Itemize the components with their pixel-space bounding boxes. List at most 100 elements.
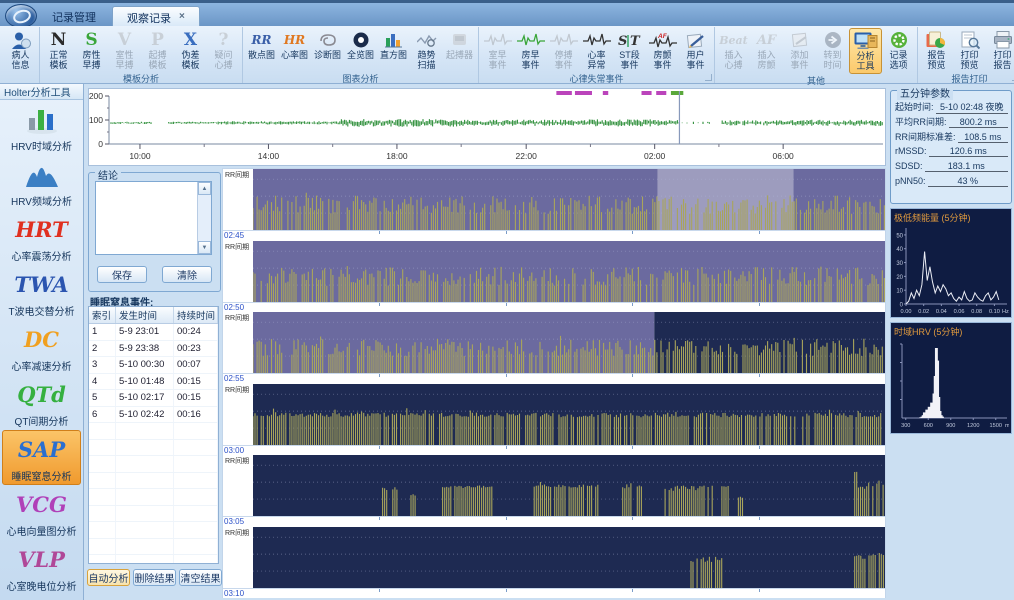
apnea-col-header[interactable]: 索引 (89, 307, 116, 323)
table-row[interactable] (89, 506, 218, 523)
report-preview-button[interactable]: 报告 预览 (920, 28, 953, 72)
insert-af-icon: AF (757, 29, 776, 51)
template-ventricular-premature-button: V室性 早搏 (108, 28, 141, 72)
param-label: RR间期标准差: (895, 130, 956, 143)
clear-button[interactable]: 清除 (162, 266, 212, 283)
event-st-label: ST段 事件 (619, 51, 640, 71)
table-cell: 5-10 00:30 (116, 357, 174, 373)
delete-result-button[interactable]: 删除结果 (133, 569, 176, 586)
sidebar-title: Holter分析工具 (0, 84, 83, 100)
event-pvc-button: 室早 事件 (481, 28, 514, 72)
param-value: 5-10 02:48 夜晚 (936, 100, 1008, 114)
sidebar-item-hrv-freq[interactable]: HRV频域分析 (2, 155, 81, 210)
rr-panel-timestamp: 03:00 (224, 446, 244, 455)
sidebar-item-twa[interactable]: TWAT波电交替分析 (2, 265, 81, 320)
chart-overview-button[interactable]: 全览图 (344, 28, 377, 72)
template-atrial-premature-button[interactable]: S房性 早搏 (75, 28, 108, 72)
rr-panel-02:55[interactable]: RR间期15001000500(ms)02:55 (223, 312, 885, 383)
vlf-energy-chartbox: 极低频能量 (5分钟) 010203040500.000.020.040.060… (890, 208, 1012, 318)
template-paced-button: P起搏 模板 (141, 28, 174, 72)
template-normal-button[interactable]: N正常 模板 (42, 28, 75, 72)
table-row[interactable] (89, 473, 218, 490)
save-button[interactable]: 保存 (97, 266, 147, 283)
chart-trend-scan-button[interactable]: 趋势 扫描 (410, 28, 443, 72)
event-af-button[interactable]: AF房颤 事件 (646, 28, 679, 72)
sidebar-item-hrv-time[interactable]: HRV时域分析 (2, 100, 81, 155)
heart-rate-trend-chart[interactable]: 010020010:0014:0018:0022:0002:0006:00 (88, 88, 886, 166)
svg-text:300: 300 (901, 423, 910, 429)
sidebar-item-vcg[interactable]: VCG心电向量图分析 (2, 485, 81, 540)
table-row[interactable]: 55-10 02:1700:15 (89, 390, 218, 407)
print-report-button[interactable]: 打印 报告 (986, 28, 1014, 72)
event-user-button[interactable]: 用户 事件 (679, 28, 712, 72)
table-row[interactable]: 35-10 00:3000:07 (89, 357, 218, 374)
sidebar-item-vlp[interactable]: VLP心室晚电位分析 (2, 540, 81, 595)
table-row[interactable]: 65-10 02:4200:16 (89, 407, 218, 424)
hrt-label: 心率震荡分析 (12, 248, 72, 263)
ribbon-group-label: 图表分析 (245, 72, 476, 86)
ribbon-group-模板分析: N正常 模板S房性 早搏V室性 早搏P起搏 模板X伪差 模板?疑问 心搏模板分析 (40, 27, 243, 83)
rr-panel-03:05[interactable]: RR间期15001000500(ms)03:05 (223, 455, 885, 526)
patient-info-button[interactable]: 病人 信息 (4, 28, 37, 72)
table-row[interactable]: 45-10 01:4800:15 (89, 374, 218, 391)
tab-observe-record[interactable]: 观察记录 × (112, 6, 200, 26)
patient-info-label: 病人 信息 (11, 51, 29, 71)
event-pause-button: 停搏 事件 (547, 28, 580, 72)
rr-interval-panels: RR间期15001000500(ms)02:45RR间期15001000500(… (222, 168, 886, 598)
apnea-col-header[interactable]: 持续时间 (174, 307, 218, 323)
scroll-down-icon[interactable]: ▼ (198, 241, 211, 254)
report-preview-label: 报告 预览 (927, 51, 945, 71)
template-questionable-icon: ? (219, 29, 229, 51)
goto-time-button: 转到 时间 (816, 28, 849, 72)
analysis-tools-button[interactable]: 分析 工具 (849, 28, 882, 74)
sidebar-item-hrt[interactable]: HRT心率震荡分析 (2, 210, 81, 265)
event-user-label: 用户 事件 (686, 51, 704, 71)
template-artifact-button[interactable]: X伪差 模板 (174, 28, 207, 72)
sidebar-item-qtd[interactable]: QTdQT间期分析 (2, 375, 81, 430)
event-st-button[interactable]: STST段 事件 (613, 28, 646, 72)
rr-panel-03:00[interactable]: RR间期15001000500(ms)03:00 (223, 384, 885, 455)
auto-analyze-button[interactable]: 自动分析 (87, 569, 130, 586)
conclusion-scrollbar[interactable]: ▲ ▼ (197, 182, 211, 254)
table-row[interactable] (89, 539, 218, 556)
apnea-col-header[interactable]: 发生时间 (116, 307, 174, 323)
rr-panel-02:50[interactable]: RR间期15001000500(ms)02:50 (223, 241, 885, 312)
table-cell (116, 555, 174, 564)
clear-result-button[interactable]: 清空结果 (179, 569, 222, 586)
print-preview-button[interactable]: 打印 预览 (953, 28, 986, 72)
sidebar-item-dc[interactable]: DC心率减速分析 (2, 320, 81, 375)
sidebar-item-sap[interactable]: SAP睡眠窒息分析 (2, 430, 81, 485)
table-row[interactable]: 15-9 23:0100:24 (89, 324, 218, 341)
chart-diagnosis-button[interactable]: 诊断图 (311, 28, 344, 72)
close-tab-icon[interactable]: × (179, 11, 185, 23)
table-cell: 00:23 (174, 341, 218, 357)
table-row[interactable] (89, 522, 218, 539)
tab-record-management[interactable]: 记录管理 (38, 6, 110, 26)
param-label: SDSD: (895, 161, 923, 171)
scroll-up-icon[interactable]: ▲ (198, 182, 211, 195)
table-row[interactable] (89, 440, 218, 457)
app-menu-orb-icon[interactable] (5, 4, 37, 28)
rr-time-strip (223, 373, 885, 383)
chart-rr-scatter-button[interactable]: RR散点图 (245, 28, 278, 72)
chart-heart-rate-button[interactable]: HR心率图 (278, 28, 311, 72)
record-options-button[interactable]: 记录 选项 (882, 28, 915, 72)
table-row[interactable] (89, 456, 218, 473)
group-dialog-launcher-icon[interactable] (705, 74, 712, 81)
rr-panel-02:45[interactable]: RR间期15001000500(ms)02:45 (223, 169, 885, 240)
event-hr-abnormal-button[interactable]: 心率 异常 (580, 28, 613, 72)
chart-histogram-button[interactable]: 直方图 (377, 28, 410, 72)
table-cell: 5-10 02:42 (116, 407, 174, 423)
table-row[interactable] (89, 489, 218, 506)
param-row: pNN50:43 % (895, 176, 1008, 191)
svg-text:20: 20 (896, 275, 903, 281)
rr-panel-03:10[interactable]: RR间期15001000500(ms)03:10 (223, 527, 885, 598)
apnea-events-table[interactable]: 索引发生时间持续时间15-9 23:0100:2425-9 23:3800:23… (88, 306, 219, 564)
chart-diagnosis-icon (318, 29, 338, 51)
event-apb-button[interactable]: 房早 事件 (514, 28, 547, 72)
table-row[interactable] (89, 555, 218, 564)
table-cell: 00:15 (174, 374, 218, 390)
table-row[interactable]: 25-9 23:3800:23 (89, 341, 218, 358)
table-row[interactable] (89, 423, 218, 440)
conclusion-textarea[interactable]: ▲ ▼ (95, 181, 212, 255)
